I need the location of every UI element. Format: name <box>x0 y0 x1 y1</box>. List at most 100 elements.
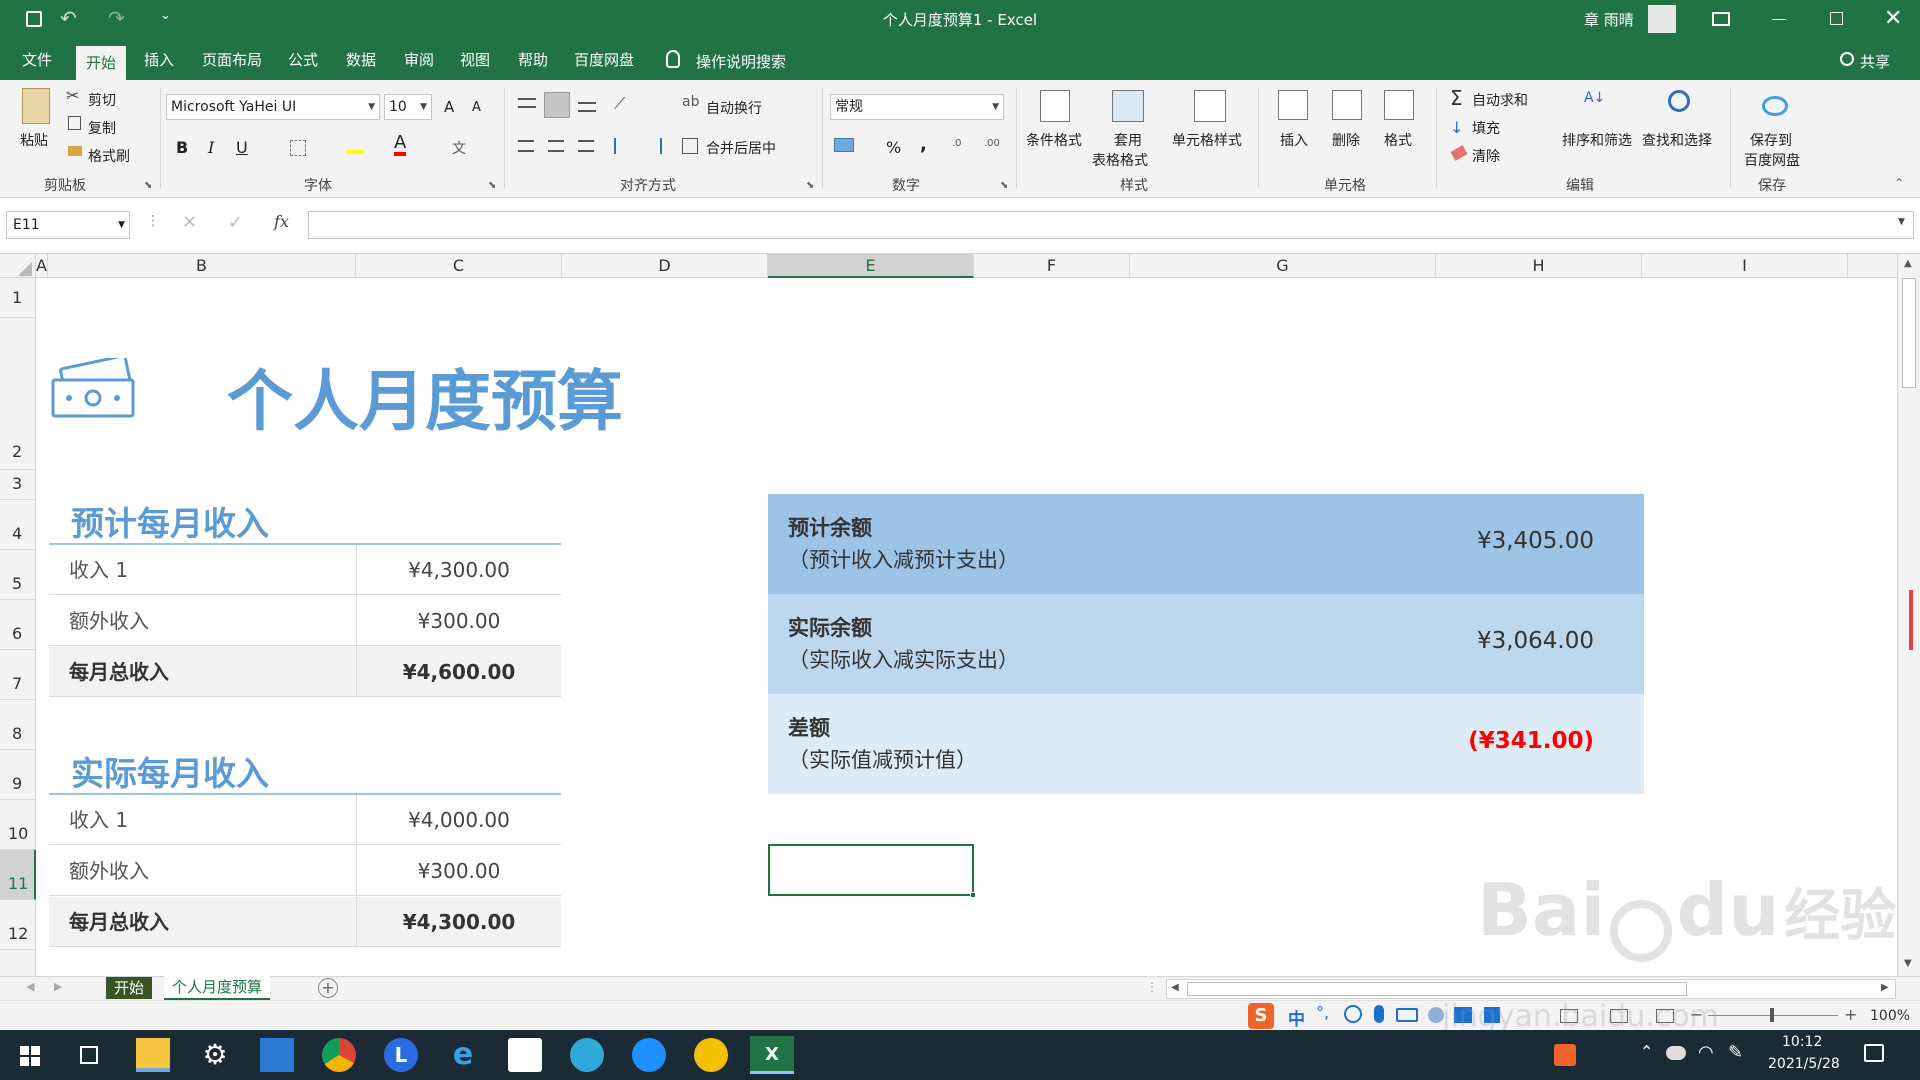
table-row[interactable]: 收入 1 ¥4,000.00 <box>49 795 561 845</box>
paste-button[interactable]: 粘贴 <box>20 130 48 150</box>
increase-indent-icon[interactable] <box>644 138 662 154</box>
sheet-tab-budget[interactable]: 个人月度预算 <box>164 976 271 1000</box>
row-header-6[interactable]: 6 <box>0 600 36 650</box>
italic-button[interactable]: I <box>208 138 214 157</box>
photos-icon[interactable] <box>260 1038 294 1072</box>
avatar[interactable] <box>1648 5 1676 33</box>
scroll-thumb[interactable] <box>1902 278 1916 388</box>
edge-icon[interactable] <box>570 1038 604 1072</box>
format-cells-button[interactable]: 格式 <box>1384 130 1412 150</box>
dialog-launcher-icon[interactable]: ⬊ <box>806 180 814 191</box>
col-header-f[interactable]: F <box>974 254 1130 278</box>
phonetic-icon[interactable]: 文 <box>452 138 466 158</box>
underline-button[interactable]: U <box>236 138 248 157</box>
q-app-icon[interactable] <box>632 1038 666 1072</box>
align-bottom-icon[interactable] <box>578 102 596 112</box>
increase-decimal-icon[interactable]: .0 <box>952 138 962 149</box>
col-header-i[interactable]: I <box>1642 254 1848 278</box>
copy-button[interactable]: 复制 <box>88 118 116 138</box>
wrap-text-button[interactable]: 自动换行 <box>706 98 762 118</box>
row-header-4[interactable]: 4 <box>0 500 36 550</box>
clock-time[interactable]: 10:12 <box>1782 1034 1822 1050</box>
cut-button[interactable]: 剪切 <box>88 90 116 110</box>
zoom-slider-thumb[interactable] <box>1770 1008 1774 1022</box>
clock-date[interactable]: 2021/5/28 <box>1768 1056 1840 1072</box>
decrease-indent-icon[interactable] <box>614 138 632 154</box>
qat-customize-icon[interactable]: ⌄ <box>160 8 171 23</box>
cell-styles-button[interactable]: 单元格样式 <box>1172 130 1242 150</box>
tab-data[interactable]: 数据 <box>336 40 386 80</box>
scroll-up-icon[interactable]: ▲ <box>1904 258 1912 269</box>
orientation-icon[interactable]: ⟋ <box>614 94 625 114</box>
row-header-11[interactable]: 11 <box>0 850 36 900</box>
merge-center-button[interactable]: 合并后居中 <box>706 138 776 158</box>
undo-icon[interactable]: ↶ <box>60 6 77 30</box>
tab-home[interactable]: 开始 <box>76 46 127 80</box>
cancel-icon[interactable]: ✕ <box>182 212 197 233</box>
paste-icon[interactable] <box>22 88 50 124</box>
tab-formulas[interactable]: 公式 <box>278 40 328 80</box>
format-painter-button[interactable]: 格式刷 <box>88 146 130 166</box>
col-header-d[interactable]: D <box>562 254 768 278</box>
fill-button[interactable]: 填充 <box>1472 118 1500 138</box>
tab-scroll-left-icon[interactable]: ◀ <box>26 980 34 993</box>
hscroll-right-icon[interactable]: ▶ <box>1881 982 1889 993</box>
formula-input[interactable] <box>308 211 1914 239</box>
share-button[interactable]: 共享 <box>1860 51 1890 72</box>
col-header-a[interactable]: A <box>36 254 48 278</box>
tab-help[interactable]: 帮助 <box>508 40 558 80</box>
ime-mode[interactable]: 中 <box>1288 1005 1305 1030</box>
currency-icon[interactable] <box>834 138 854 152</box>
row-header-2[interactable]: 2 <box>0 318 36 470</box>
font-name-combo[interactable]: Microsoft YaHei UI ▼ <box>166 94 380 120</box>
expand-formula-icon[interactable]: ▼ <box>1898 217 1905 227</box>
settings-gear-icon[interactable]: ⚙ <box>198 1038 232 1072</box>
task-view-icon[interactable] <box>80 1046 98 1064</box>
align-center-icon[interactable] <box>548 140 564 152</box>
align-top-icon[interactable] <box>518 98 536 108</box>
font-size-combo[interactable]: 10 ▼ <box>384 94 432 120</box>
align-left-icon[interactable] <box>518 140 534 152</box>
save-to-netdisk-line2[interactable]: 百度网盘 <box>1744 150 1800 170</box>
lightbulb-icon[interactable] <box>666 50 680 68</box>
percent-button[interactable]: % <box>886 138 901 157</box>
comma-button[interactable]: , <box>920 134 927 155</box>
tab-page-layout[interactable]: 页面布局 <box>192 40 272 80</box>
row-header-8[interactable]: 8 <box>0 700 36 750</box>
fill-color-icon[interactable] <box>346 138 364 154</box>
zoom-level[interactable]: 100% <box>1870 1008 1910 1024</box>
tab-insert[interactable]: 插入 <box>134 40 184 80</box>
balance-difference[interactable]: 差额 （实际值减预计值） (¥341.00) <box>768 694 1644 794</box>
close-icon[interactable]: ✕ <box>1884 6 1902 31</box>
border-icon[interactable] <box>290 140 306 156</box>
bold-button[interactable]: B <box>176 138 188 157</box>
balance-actual[interactable]: 实际余额 （实际收入减实际支出） ¥3,064.00 <box>768 594 1644 694</box>
insert-function-button[interactable]: fx <box>274 212 289 231</box>
windows-start-icon[interactable] <box>20 1046 40 1066</box>
clear-button[interactable]: 清除 <box>1472 146 1500 166</box>
balance-planned[interactable]: 预计余额 （预计收入减预计支出） ¥3,405.00 <box>768 494 1644 594</box>
align-middle-icon[interactable] <box>544 92 570 118</box>
share-icon[interactable] <box>1840 52 1854 66</box>
microphone-icon[interactable] <box>1374 1005 1384 1023</box>
table-row[interactable]: 额外收入 ¥300.00 <box>49 596 561 646</box>
insert-cells-button[interactable]: 插入 <box>1280 130 1308 150</box>
scroll-down-icon[interactable]: ▼ <box>1904 958 1912 969</box>
save-to-netdisk-line1[interactable]: 保存到 <box>1750 130 1792 150</box>
col-header-e[interactable]: E <box>768 254 974 278</box>
row-header-12[interactable]: 12 <box>0 900 36 950</box>
fill-handle[interactable] <box>970 892 976 898</box>
table-row[interactable]: 额外收入 ¥300.00 <box>49 846 561 896</box>
tab-scroll-right-icon[interactable]: ▶ <box>54 980 62 993</box>
tab-split-handle[interactable]: ⋮ <box>1146 980 1158 994</box>
col-header-g[interactable]: G <box>1130 254 1436 278</box>
tab-review[interactable]: 审阅 <box>394 40 444 80</box>
conditional-format-button[interactable]: 条件格式 <box>1026 130 1082 150</box>
minimize-icon[interactable] <box>1772 19 1786 20</box>
hscroll-left-icon[interactable]: ◀ <box>1171 982 1179 993</box>
find-select-button[interactable]: 查找和选择 <box>1642 130 1712 150</box>
delete-cells-button[interactable]: 删除 <box>1332 130 1360 150</box>
restore-icon[interactable] <box>1830 12 1843 25</box>
add-sheet-icon[interactable]: + <box>318 978 338 998</box>
wifi-icon[interactable]: ◠ <box>1698 1042 1714 1063</box>
